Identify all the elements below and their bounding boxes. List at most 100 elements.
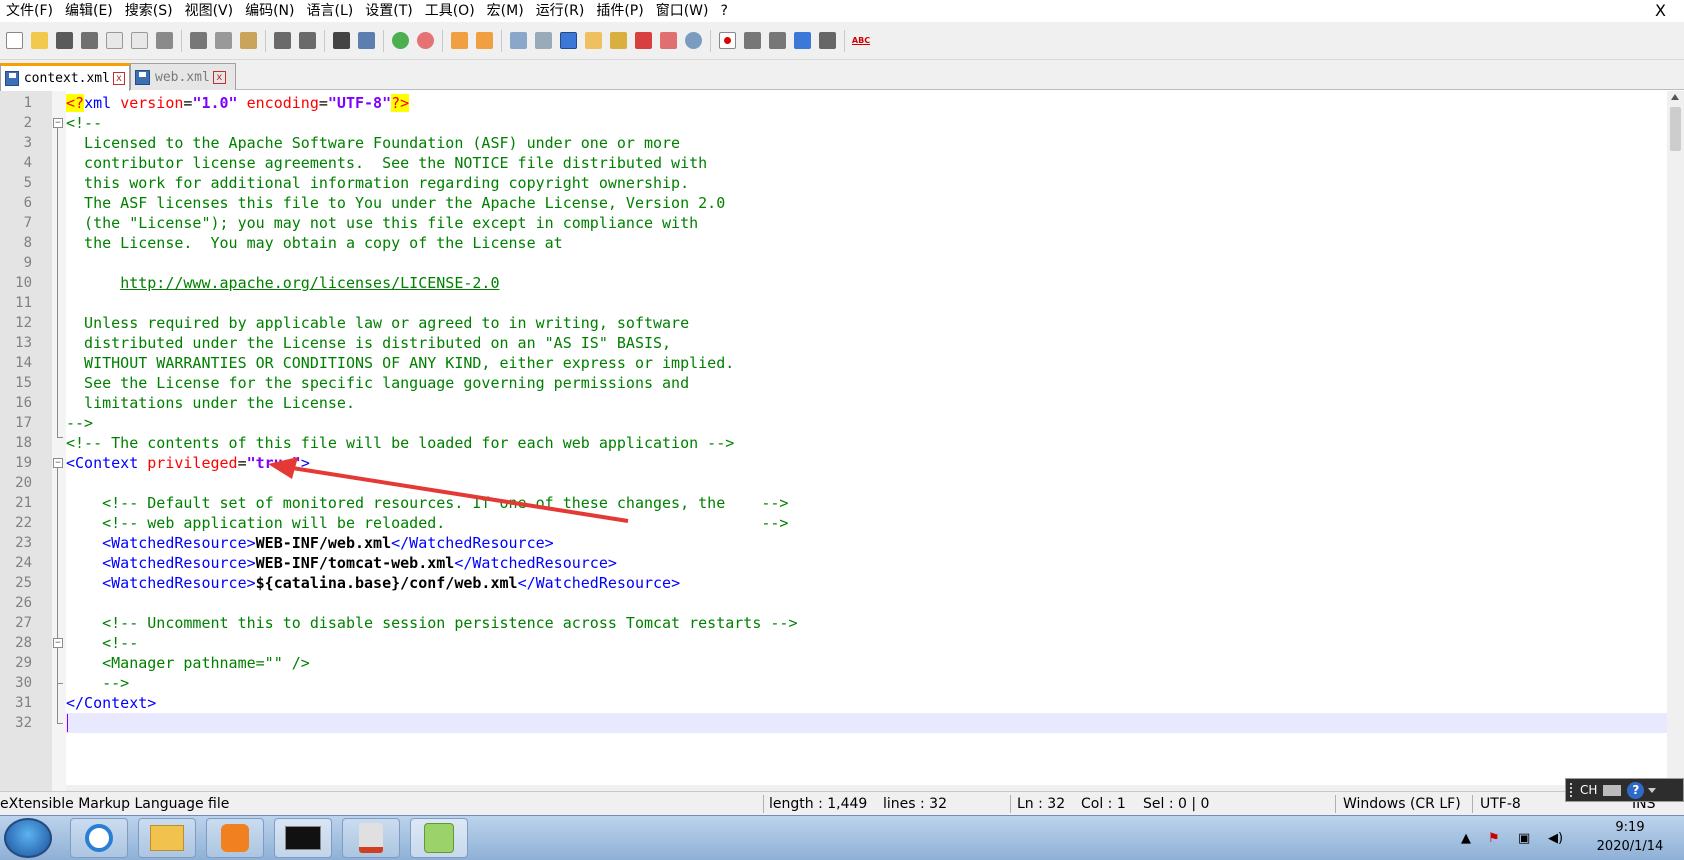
sync-v-icon[interactable] [447, 29, 471, 53]
taskbar-explorer-button[interactable] [138, 818, 196, 858]
media-player-icon [221, 824, 249, 852]
watched-resource-open: <WatchedResource> [66, 574, 256, 592]
sync-h-icon[interactable] [472, 29, 496, 53]
play-macro-icon[interactable] [765, 29, 789, 53]
redo-icon[interactable] [295, 29, 319, 53]
tab-label: context.xml [23, 71, 110, 86]
undo-icon[interactable] [270, 29, 294, 53]
internet-explorer-icon [85, 824, 113, 852]
open-file-icon[interactable] [27, 29, 51, 53]
tab-web-xml[interactable]: web.xml x [130, 63, 236, 90]
ime-lang-label[interactable]: CH [1580, 783, 1597, 797]
line-number: 32 [15, 715, 32, 731]
notepad-plus-plus-icon [424, 823, 454, 853]
annotation-arrow-head [268, 457, 298, 479]
menu-language[interactable]: 语言(L) [301, 0, 360, 22]
all-chars-icon[interactable] [531, 29, 555, 53]
menu-plugins[interactable]: 插件(P) [590, 0, 649, 22]
menu-encoding[interactable]: 编码(N) [239, 0, 300, 22]
code-line-28: <!-- [66, 634, 139, 652]
text-caret [67, 714, 68, 732]
find-icon[interactable] [329, 29, 353, 53]
start-button[interactable] [4, 818, 52, 858]
volume-icon[interactable]: ◀) [1548, 816, 1563, 860]
keyboard-icon[interactable] [1603, 784, 1622, 796]
doc-map-icon[interactable] [581, 29, 605, 53]
replace-icon[interactable] [354, 29, 378, 53]
function-list-icon[interactable] [606, 29, 630, 53]
taskbar-java-button[interactable] [342, 818, 400, 858]
menu-file[interactable]: 文件(F) [0, 0, 59, 22]
menu-macro[interactable]: 宏(M) [481, 0, 530, 22]
taskbar-media-player-button[interactable] [206, 818, 264, 858]
taskbar-notepadpp-button[interactable] [410, 818, 468, 858]
network-icon[interactable]: ▣ [1518, 816, 1530, 860]
tab-label: web.xml [155, 69, 210, 85]
tab-close-icon[interactable]: x [212, 70, 226, 84]
annotation-arrow-shaft [285, 465, 629, 523]
stop-record-icon[interactable] [740, 29, 764, 53]
eye-icon[interactable] [681, 29, 705, 53]
cut-icon[interactable] [186, 29, 210, 53]
toolbar: ABC [0, 22, 1684, 60]
folder-workspace-icon[interactable] [631, 29, 655, 53]
code-line-27: <!-- Uncomment this to disable session p… [66, 614, 798, 632]
eol-format-label: Windows (CR LF) [1343, 796, 1461, 812]
monitor-icon[interactable] [656, 29, 680, 53]
ime-language-bar[interactable]: CH ? [1565, 778, 1684, 802]
scroll-up-icon[interactable] [1671, 94, 1679, 100]
system-clock[interactable]: 9:19 2020/1/14 [1590, 818, 1670, 856]
action-center-icon[interactable]: ⚑ [1488, 816, 1500, 860]
watched-resource-close: </WatchedResource> [517, 574, 681, 592]
status-divider [1335, 795, 1336, 813]
fold-toggle-icon[interactable]: − [53, 638, 63, 648]
code-line-25: <WatchedResource>${catalina.base}/conf/w… [66, 573, 680, 593]
fold-end [57, 723, 63, 724]
menu-window[interactable]: 窗口(W) [650, 0, 715, 22]
tab-close-icon[interactable]: x [112, 72, 125, 85]
save-icon[interactable] [52, 29, 76, 53]
close-all-icon[interactable] [127, 29, 151, 53]
help-icon[interactable]: ? [1627, 781, 1645, 799]
menu-tools[interactable]: 工具(O) [419, 0, 481, 22]
run-macro-multiple-icon[interactable] [790, 29, 814, 53]
ime-expand-icon[interactable] [1648, 787, 1657, 793]
code-editor[interactable]: 1 2 3 4 5 6 7 8 9 10 11 12 13 14 15 16 1… [0, 91, 1684, 791]
current-line-highlight [66, 713, 1684, 733]
spellcheck-icon[interactable]: ABC [849, 29, 873, 53]
code-line-31: </Context> [66, 694, 157, 712]
line-number: 28 [15, 635, 32, 651]
scrollbar-thumb[interactable] [1670, 107, 1681, 151]
menu-view[interactable]: 视图(V) [179, 0, 240, 22]
status-divider [763, 795, 764, 813]
new-file-icon[interactable] [2, 29, 26, 53]
menu-edit[interactable]: 编辑(E) [59, 0, 119, 22]
word-wrap-icon[interactable] [506, 29, 530, 53]
column-label: Col : 1 [1081, 796, 1126, 812]
zoom-out-icon[interactable] [413, 29, 437, 53]
menu-help[interactable]: ? [715, 0, 734, 22]
toolbar-separator [501, 29, 502, 52]
indent-guide-icon[interactable] [556, 29, 580, 53]
menu-run[interactable]: 运行(R) [530, 0, 591, 22]
vertical-scrollbar[interactable] [1667, 91, 1684, 791]
close-icon[interactable] [102, 29, 126, 53]
menu-search[interactable]: 搜索(S) [119, 0, 179, 22]
record-macro-icon[interactable] [715, 29, 739, 53]
tab-context-xml[interactable]: context.xml x [0, 63, 130, 91]
encoding-label: UTF-8 [1480, 796, 1521, 812]
watched-resource-value: ${catalina.base}/conf/web.xml [255, 574, 518, 592]
document-close-button[interactable]: X [1655, 0, 1666, 22]
save-all-icon[interactable] [77, 29, 101, 53]
save-macro-icon[interactable] [815, 29, 839, 53]
copy-icon[interactable] [211, 29, 235, 53]
taskbar-cmd-button[interactable] [274, 818, 332, 858]
paste-icon[interactable] [236, 29, 260, 53]
line-position-label: Ln : 32 [1017, 796, 1066, 812]
show-hidden-icons-icon[interactable]: ▲ [1461, 816, 1471, 860]
toolbar-separator [442, 29, 443, 52]
taskbar-ie-button[interactable] [70, 818, 128, 858]
zoom-in-icon[interactable] [388, 29, 412, 53]
print-icon[interactable] [152, 29, 176, 53]
menu-settings[interactable]: 设置(T) [359, 0, 418, 22]
